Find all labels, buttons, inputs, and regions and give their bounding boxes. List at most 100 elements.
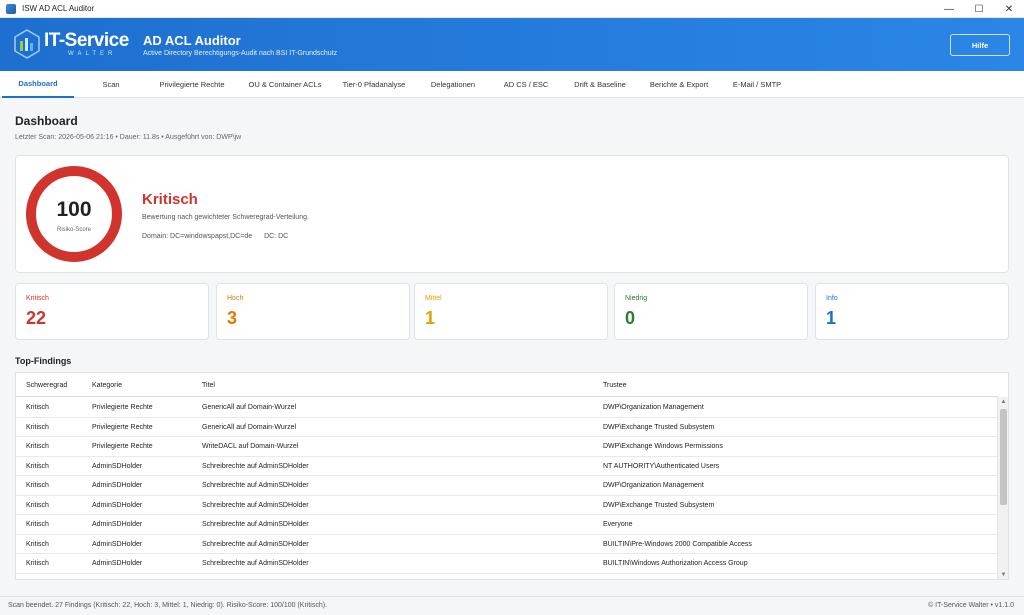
table-row[interactable]: Kritisch Privilegierte Rechte WriteDACL au… [16,437,998,457]
app-subtitle: Active Directory Berechtigungs-Audit nac… [143,50,338,57]
cell-trustee: Everyone [603,521,633,528]
cell-trustee: BUILTIN\Windows Authorization Access Gro… [603,560,748,567]
cell-category: Privilegierte Rechte [92,443,153,450]
help-button[interactable]: Hilfe [950,34,1010,56]
table-scrollbar[interactable]: ▲ ▼ [997,397,1008,579]
app-title: AD ACL Auditor [143,33,241,48]
table-row[interactable]: Kritisch AdminSDHolder Schreibrechte auf A… [16,515,998,535]
stat-card-low: Niedrig 0 [614,283,808,340]
cell-trustee: DWP\Exchange Trusted Subsystem [603,423,715,431]
tab-reports-export[interactable]: Berichte & Export [641,71,717,98]
cell-title: Schreibrechte auf AdminSDHolder [202,501,309,509]
stat-card-high: Hoch 3 [216,283,410,340]
cell-trustee: BUILTIN\Pre-Windows 2000 Compatible Acce… [603,540,752,548]
top-findings-title: Top-Findings [15,356,72,366]
logo-text: IT-Service [44,30,129,51]
company-logo: IT-Service WALTER [14,26,132,62]
tab-drift-baseline[interactable]: Drift & Baseline [564,71,636,98]
table-row[interactable]: Kritisch AdminSDHolder Schreibrechte auf A… [16,496,998,515]
scroll-down-icon[interactable]: ▼ [998,570,1008,579]
cell-title: GenericAll auf Domain-Wurzel [202,423,297,431]
stat-value: 1 [826,308,837,328]
cell-title: Schreibrechte auf AdminSDHolder [202,540,309,548]
tab-ad-cs-esc[interactable]: AD CS / ESC [494,71,558,98]
table-header: Schweregrad Kategorie Titel Trustee [16,373,998,397]
cell-title: Schreibrechte auf AdminSDHolder [202,462,309,470]
cell-category: AdminSDHolder [92,501,143,509]
stat-value: 3 [227,308,238,328]
cell-severity: Kritisch [26,462,49,470]
column-header-trustee[interactable]: Trustee [603,373,626,397]
cell-title: Schreibrechte auf AdminSDHolder [202,521,309,528]
domain-name: Domain: DC=windowspapst,DC=de [142,233,253,240]
maximize-icon[interactable]: ☐ [964,0,994,18]
logo-icon [14,29,40,59]
cell-category: AdminSDHolder [92,462,143,470]
copyright-version: © IT-Service Walter • v1.1.0 [928,602,1014,609]
last-scan-info: Letzter Scan: 2026-05-06 21:16 • Dauer: … [15,134,242,141]
stat-card-info: Info 1 [815,283,1009,340]
stat-value: 22 [26,308,47,328]
stat-card-medium: Mittel 1 [414,283,608,340]
cell-category: AdminSDHolder [92,521,143,528]
table-row[interactable]: Kritisch AdminSDHolder Schreibrechte auf A… [16,457,998,476]
cell-category: Privilegierte Rechte [92,404,153,411]
scrollbar-thumb[interactable] [1000,409,1007,505]
close-icon[interactable]: ✕ [994,0,1024,18]
tab-tier0-path-analysis[interactable]: Tier-0 Pfadanalyse [335,71,413,98]
cell-title: WriteDACL auf Domain-Wurzel [202,443,299,450]
table-row[interactable]: Kritisch Privilegierte Rechte GenericAll a… [16,418,998,437]
cell-title: Schreibrechte auf AdminSDHolder [202,482,309,489]
tab-dashboard[interactable]: Dashboard [2,71,74,98]
tab-privileged-rights[interactable]: Privilegierte Rechte [150,71,234,98]
cell-category: Privilegierte Rechte [92,423,153,431]
findings-table: Schweregrad Kategorie Titel Trustee Krit… [15,372,1009,580]
domain-controller: DC: DC [264,233,289,240]
scroll-up-icon[interactable]: ▲ [998,397,1008,407]
stat-value: 0 [625,308,636,328]
column-header-category[interactable]: Kategorie [92,373,122,397]
cell-category: AdminSDHolder [92,560,143,567]
table-row[interactable]: Kritisch AdminSDHolder Schreibrechte auf A… [16,554,998,574]
stat-card-critical: Kritisch 22 [15,283,209,340]
window-title: ISW AD ACL Auditor [22,4,95,13]
risk-level: Kritisch [142,191,198,208]
tab-bar: Dashboard Scan Privilegierte Rechte OU &… [0,71,1024,98]
cell-title: Schreibrechte auf AdminSDHolder [202,560,309,567]
cell-severity: Kritisch [26,443,49,450]
table-row[interactable]: Kritisch AdminSDHolder Schreibrechte auf A… [16,476,998,496]
cell-severity: Kritisch [26,560,49,567]
risk-score-value: 100 [56,198,92,221]
table-row[interactable]: Kritisch AdminSDHolder Schreibrechte auf A… [16,535,998,554]
table-row[interactable]: Kritisch Privilegierte Rechte GenericAll a… [16,398,998,418]
cell-severity: Kritisch [26,501,49,509]
status-bar: Scan beendet. 27 Findings (Kritisch: 22,… [0,596,1024,615]
cell-severity: Kritisch [26,482,49,489]
cell-category: AdminSDHolder [92,540,143,548]
tab-email-smtp[interactable]: E-Mail / SMTP [722,71,792,98]
cell-severity: Kritisch [26,540,49,548]
cell-trustee: NT AUTHORITY\Authenticated Users [603,462,720,470]
cell-severity: Kritisch [26,404,49,411]
tab-delegations[interactable]: Delegationen [418,71,488,98]
cell-severity: Kritisch [26,423,49,431]
domain-info: Domain: DC=windowspapst,DC=de DC: DC [142,233,288,240]
minimize-icon[interactable]: — [934,0,964,18]
stat-value: 1 [425,308,436,328]
column-header-severity[interactable]: Schweregrad [26,373,67,397]
tab-scan[interactable]: Scan [85,71,137,98]
column-header-title[interactable]: Titel [202,373,215,397]
tab-ou-container-acls[interactable]: OU & Container ACLs [240,71,330,98]
cell-title: GenericAll auf Domain-Wurzel [202,404,297,411]
cell-trustee: DWP\Exchange Trusted Subsystem [603,501,715,509]
cell-severity: Kritisch [26,521,49,528]
stat-label: Info [826,295,838,302]
stat-label: Hoch [227,295,244,302]
logo-subtext: WALTER [68,51,117,57]
cell-trustee: DWP\Organization Management [603,404,704,411]
stat-label: Kritisch [26,295,49,302]
app-header: IT-Service WALTER AD ACL Auditor Active … [0,18,1024,71]
cell-trustee: DWP\Exchange Windows Permissions [603,443,723,450]
cell-category: AdminSDHolder [92,482,143,489]
window-titlebar: ISW AD ACL Auditor — ☐ ✕ [0,0,1024,18]
